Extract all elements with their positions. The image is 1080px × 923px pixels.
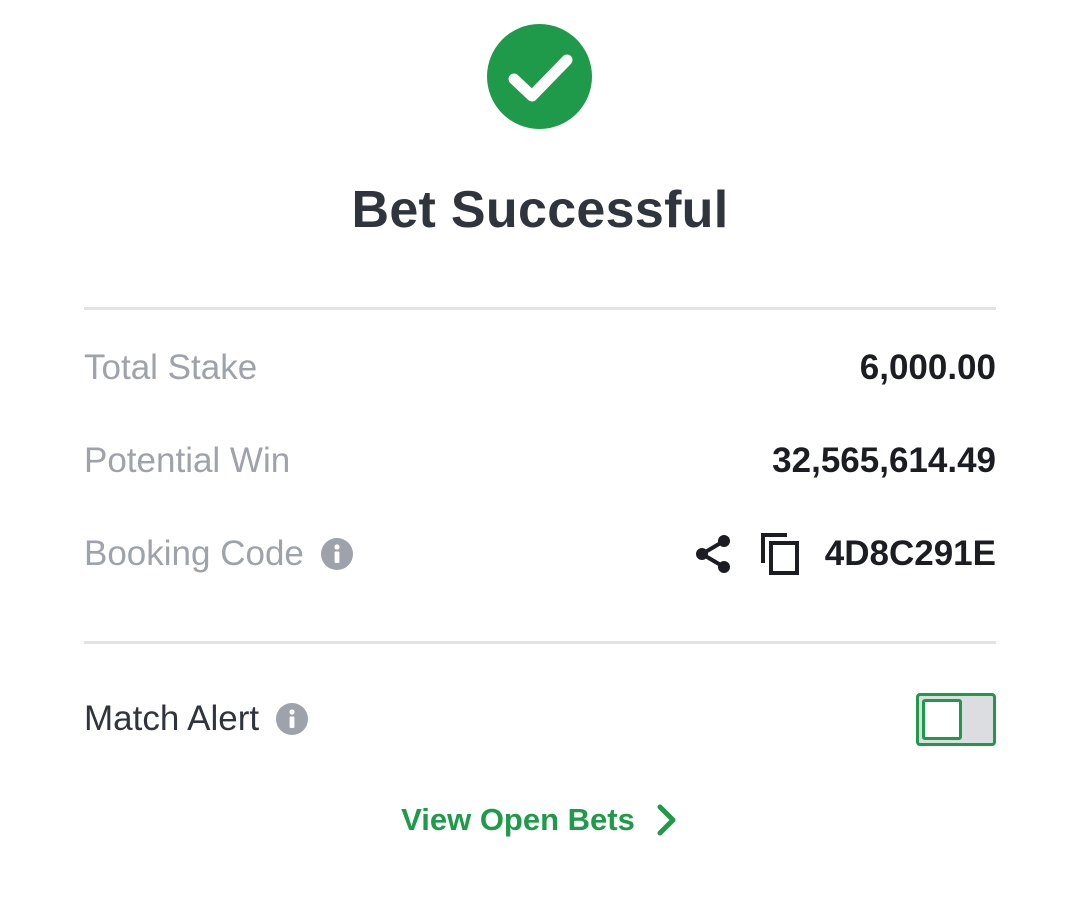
booking-code-actions: 4D8C291E (693, 531, 996, 577)
potential-win-value: 32,565,614.49 (772, 441, 996, 480)
view-open-bets-label: View Open Bets (401, 802, 635, 837)
match-alert-label-group: Match Alert (84, 699, 309, 739)
booking-code-label-group: Booking Code (84, 534, 353, 574)
toggle-knob (922, 698, 962, 740)
total-stake-row: Total Stake 6,000.00 (84, 338, 996, 398)
share-icon[interactable] (693, 533, 733, 575)
booking-code-row: Booking Code 4D8C291E (84, 524, 996, 584)
divider-top (84, 307, 996, 310)
potential-win-row: Potential Win 32,565,614.49 (84, 431, 996, 491)
chevron-right-icon (657, 804, 676, 836)
potential-win-label: Potential Win (84, 441, 291, 480)
booking-code-value[interactable]: 4D8C291E (825, 534, 996, 574)
match-alert-toggle[interactable] (916, 692, 996, 746)
copy-icon[interactable] (759, 531, 801, 577)
check-circle-icon (487, 24, 592, 129)
divider-bottom (84, 641, 996, 644)
total-stake-value: 6,000.00 (859, 348, 996, 387)
page-title: Bet Successful (351, 181, 729, 239)
view-open-bets-link[interactable]: View Open Bets (0, 796, 1080, 844)
booking-code-label: Booking Code (84, 534, 304, 573)
info-icon[interactable] (276, 703, 309, 735)
success-icon (487, 24, 592, 129)
info-icon[interactable] (320, 538, 353, 570)
total-stake-label: Total Stake (84, 348, 258, 387)
match-alert-row: Match Alert (84, 689, 996, 749)
match-alert-label: Match Alert (84, 699, 260, 738)
